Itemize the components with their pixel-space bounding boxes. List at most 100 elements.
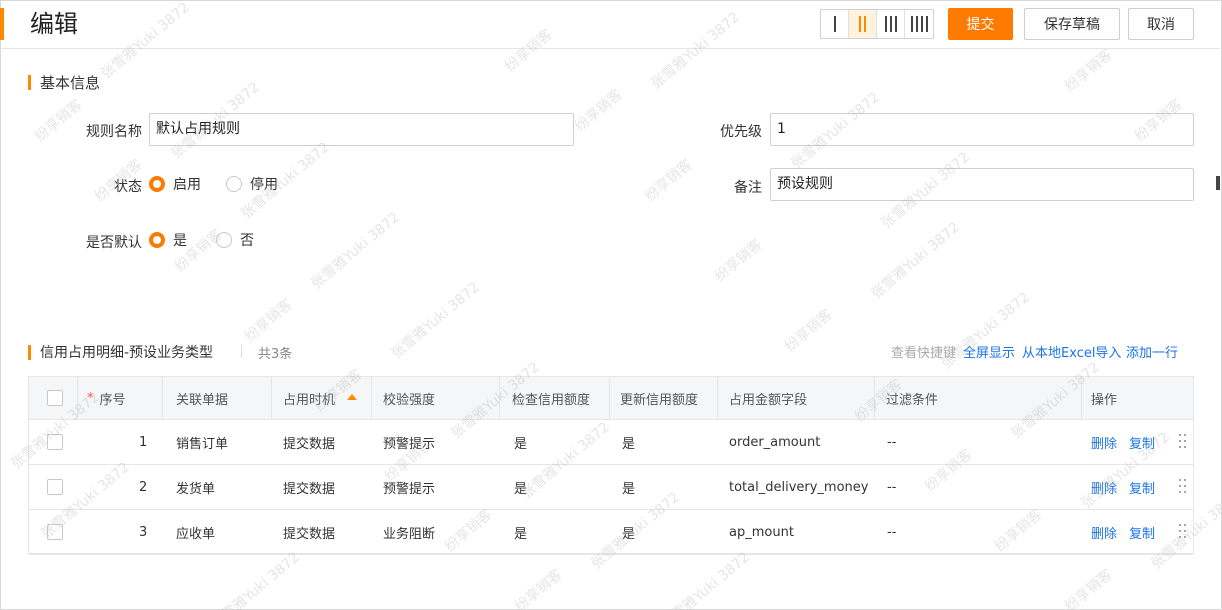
cell-update-credit: 是	[622, 481, 636, 497]
section-accent-mark	[28, 75, 31, 90]
row-checkbox[interactable]	[47, 479, 63, 495]
column-bar-icon	[894, 16, 897, 32]
cell-timing: 提交数据	[283, 436, 336, 452]
delete-row-link[interactable]: 删除	[1091, 478, 1117, 497]
priority-input[interactable]: 1	[770, 113, 1194, 146]
cell-check-credit: 是	[514, 436, 528, 452]
cell-strength: 预警提示	[383, 481, 436, 497]
table-row: 3 应收单 提交数据 业务阻断 是 是 ap_mount -- 删除 复制	[29, 510, 1193, 555]
add-row-link[interactable]: 添加一行	[1126, 342, 1178, 361]
cell-related-doc: 销售订单	[176, 436, 229, 452]
cell-amount-field: order_amount	[729, 434, 821, 450]
drag-handle-icon[interactable]	[1179, 434, 1187, 450]
radio-unchecked-icon	[216, 232, 232, 248]
title-accent-bar	[0, 8, 4, 40]
status-label: 状态	[114, 179, 142, 195]
status-option-label: 停用	[250, 177, 278, 193]
column-bar-icon	[859, 16, 861, 32]
fullscreen-link[interactable]: 全屏显示	[963, 342, 1015, 361]
row-checkbox[interactable]	[47, 524, 63, 540]
table-row: 2 发货单 提交数据 预警提示 是 是 total_delivery_money -- 删除 复制	[29, 465, 1193, 510]
status-radio-disabled[interactable]: 停用	[226, 174, 278, 194]
copy-row-link[interactable]: 复制	[1129, 478, 1155, 497]
detail-title-text: 信用占用明细-预设业务类型	[40, 345, 214, 361]
sort-ascending-icon[interactable]	[347, 393, 358, 400]
drag-handle-icon[interactable]	[1179, 479, 1187, 495]
delete-row-link[interactable]: 删除	[1091, 433, 1117, 452]
layout-1-column-button[interactable]	[821, 10, 849, 38]
cell-check-credit: 是	[514, 526, 528, 542]
cell-filter: --	[887, 479, 897, 495]
cell-related-doc: 发货单	[176, 481, 216, 497]
save-draft-button[interactable]: 保存草稿	[1024, 8, 1120, 40]
section-accent-mark	[28, 344, 31, 360]
copy-row-link[interactable]: 复制	[1129, 523, 1155, 542]
row-checkbox[interactable]	[47, 434, 63, 450]
submit-button[interactable]: 提交	[948, 8, 1013, 40]
col-check-credit: 检查信用额度	[512, 392, 591, 408]
row-count: 共3条	[258, 347, 293, 362]
column-bar-icon	[910, 16, 913, 32]
column-bar-icon	[833, 16, 836, 32]
select-all-checkbox[interactable]	[47, 390, 63, 406]
cell-seq: 3	[139, 524, 148, 540]
priority-label: 优先级	[720, 124, 762, 140]
layout-4-column-button[interactable]	[905, 10, 933, 38]
col-update-credit: 更新信用额度	[620, 392, 699, 408]
layout-3-column-button[interactable]	[877, 10, 905, 38]
cancel-button[interactable]: 取消	[1128, 8, 1194, 40]
cell-seq: 2	[139, 479, 148, 495]
page-title: 编辑	[30, 10, 78, 38]
cell-filter: --	[887, 434, 897, 450]
col-timing[interactable]: 占用时机	[283, 377, 358, 419]
scrollbar-thumb[interactable]	[1216, 176, 1220, 190]
cell-related-doc: 应收单	[176, 526, 216, 542]
cell-update-credit: 是	[622, 436, 636, 452]
remark-label: 备注	[734, 180, 762, 196]
drag-handle-icon[interactable]	[1179, 524, 1187, 540]
page-header: 编辑 提交 保存草稿 取消	[0, 0, 1220, 49]
layout-switcher	[820, 9, 934, 39]
layout-2-column-button[interactable]	[849, 10, 877, 38]
copy-row-link[interactable]: 复制	[1129, 433, 1155, 452]
column-bar-icon	[925, 16, 928, 32]
detail-table: * 序号 关联单据 占用时机 校验强度 检查信用额度 更新信用额度 占用金额字段 …	[28, 376, 1194, 555]
basic-info-section-title: 基本信息	[28, 72, 100, 93]
title-divider	[241, 344, 242, 358]
cell-strength: 预警提示	[383, 436, 436, 452]
default-option-label: 否	[240, 233, 254, 249]
cell-filter: --	[887, 524, 897, 540]
default-radio-no[interactable]: 否	[216, 230, 254, 250]
detail-section-title: 信用占用明细-预设业务类型	[28, 342, 213, 362]
radio-unchecked-icon	[226, 176, 242, 192]
table-row: 1 销售订单 提交数据 预警提示 是 是 order_amount -- 删除 复制	[29, 420, 1193, 465]
status-option-label: 启用	[173, 177, 201, 193]
required-asterisk: *	[87, 390, 94, 406]
view-shortcuts-link[interactable]: 查看快捷键	[891, 342, 956, 361]
col-strength: 校验强度	[383, 392, 436, 408]
col-filter: 过滤条件	[886, 392, 939, 408]
default-radio-yes[interactable]: 是	[149, 230, 187, 250]
cell-seq: 1	[139, 434, 148, 450]
delete-row-link[interactable]: 删除	[1091, 523, 1117, 542]
import-excel-link[interactable]: 从本地Excel导入	[1022, 342, 1121, 361]
rule-name-label: 规则名称	[86, 124, 142, 140]
radio-checked-icon	[149, 176, 165, 192]
default-option-label: 是	[173, 233, 187, 249]
column-bar-icon	[884, 16, 887, 32]
cell-timing: 提交数据	[283, 526, 336, 542]
remark-input[interactable]: 预设规则	[770, 168, 1194, 201]
radio-checked-icon	[149, 232, 165, 248]
column-bar-icon	[889, 16, 892, 32]
rule-name-input[interactable]: 默认占用规则	[149, 113, 574, 146]
cell-check-credit: 是	[514, 481, 528, 497]
default-label: 是否默认	[86, 235, 142, 251]
cell-strength: 业务阻断	[383, 526, 436, 542]
col-seq-label: 序号	[99, 392, 126, 408]
col-amount-field: 占用金额字段	[729, 392, 808, 408]
col-related-doc: 关联单据	[176, 392, 229, 408]
column-bar-icon	[915, 16, 918, 32]
cell-timing: 提交数据	[283, 481, 336, 497]
basic-info-title-text: 基本信息	[40, 74, 101, 92]
status-radio-enabled[interactable]: 启用	[149, 174, 201, 194]
